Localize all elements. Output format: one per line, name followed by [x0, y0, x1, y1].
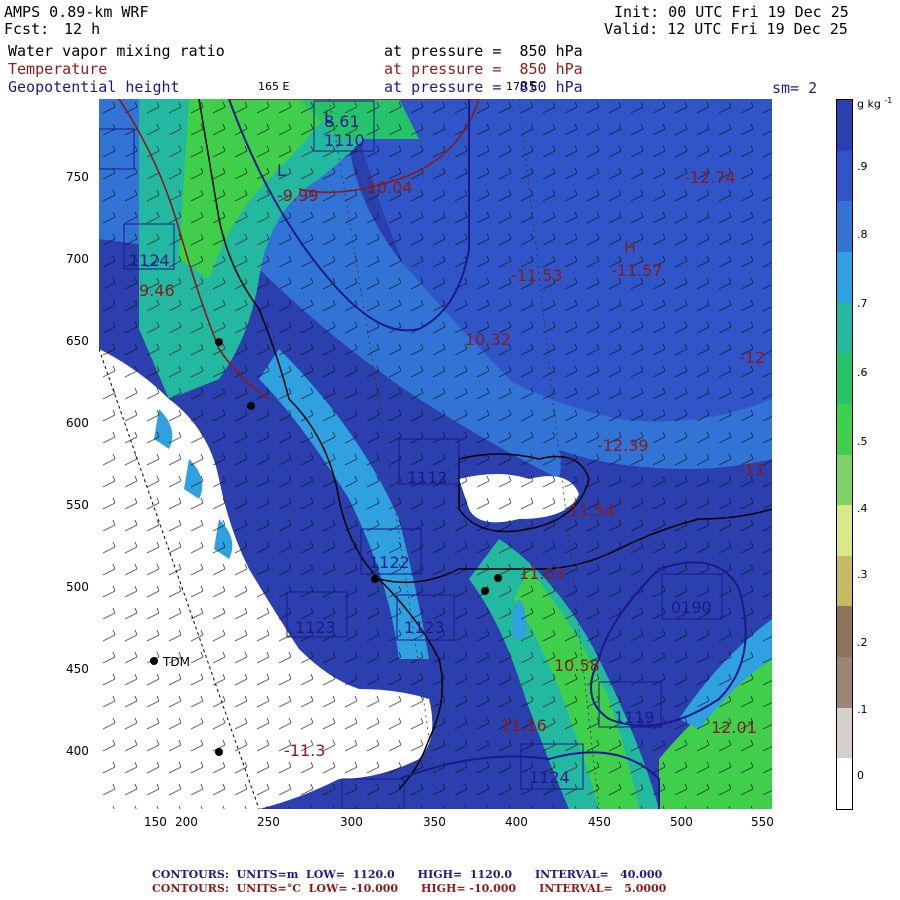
colorbar-segment	[837, 353, 852, 405]
x-tick: 450	[588, 815, 611, 829]
map-label: -12	[739, 348, 766, 367]
y-tick: 700	[66, 252, 89, 266]
colorbar-label: 0	[857, 769, 864, 782]
map-label: 1122	[369, 553, 410, 572]
map-label: 1123	[404, 618, 445, 637]
colorbar-segment	[837, 758, 852, 810]
map-label: -12.39	[597, 436, 649, 455]
station-dot	[247, 402, 255, 410]
colorbar-segment	[837, 100, 852, 152]
map-label: 0190	[671, 598, 712, 617]
colorbar-segment	[837, 505, 852, 557]
colorbar-label: .5	[857, 435, 868, 448]
level-geopotential: at pressure = 850 hPa	[384, 78, 583, 96]
y-tick: 450	[66, 662, 89, 676]
smoothing-label: sm= 2	[772, 79, 818, 97]
valid-time: Valid: 12 UTC Fri 19 Dec 25	[604, 20, 848, 38]
colorbar-segment	[837, 555, 852, 607]
colorbar-segment	[837, 454, 852, 506]
x-tick: 350	[423, 815, 446, 829]
y-tick: 500	[66, 580, 89, 594]
colorbar-unit: g kg -1	[857, 96, 893, 111]
station-dot	[215, 748, 223, 756]
map-label: L	[277, 161, 286, 180]
colorbar-segment	[837, 403, 852, 455]
longitude-label-165e: 165 E	[258, 80, 290, 93]
colorbar-label: .4	[857, 502, 868, 515]
y-tick: 600	[66, 416, 89, 430]
field-geopotential: Geopotential height	[8, 78, 180, 96]
y-tick: 550	[66, 498, 89, 512]
map-label: 11.54	[569, 501, 615, 520]
colorbar-segment	[837, 707, 852, 759]
y-tick: 750	[66, 170, 89, 184]
colorbar-label: .8	[857, 228, 868, 241]
map-label: 1119	[614, 708, 655, 727]
map-label: -11.57	[611, 261, 663, 280]
colorbar-segment	[837, 150, 852, 202]
colorbar-segment	[837, 302, 852, 354]
map-label: 9.46	[139, 281, 175, 300]
colorbar-segment	[837, 251, 852, 304]
map-plot: L 8.61 1110 L -9.99 -10.04 -12.74 -11.53…	[99, 99, 772, 809]
x-tick: 200	[175, 815, 198, 829]
x-tick: 550	[751, 815, 774, 829]
station-dot	[481, 587, 489, 595]
map-label: 11.03	[519, 564, 565, 583]
colorbar-label: .3	[857, 568, 868, 581]
map-label: 12.01	[711, 718, 757, 737]
map-label: 10.32	[465, 330, 511, 349]
colorbar-label: .1	[857, 703, 868, 716]
map-label: -9.99	[277, 186, 319, 205]
map-label: H	[624, 238, 637, 257]
colorbar-label: .9	[857, 160, 868, 173]
level-temperature: at pressure = 850 hPa	[384, 60, 583, 78]
field-water-vapor: Water vapor mixing ratio	[8, 42, 225, 60]
map-label: -10.04	[361, 178, 413, 197]
colorbar-segment	[837, 657, 852, 709]
station-dot	[215, 338, 223, 346]
map-label: -11	[739, 460, 766, 479]
station-dot-tdm	[150, 657, 158, 665]
y-tick: 400	[66, 744, 89, 758]
x-tick: 500	[670, 815, 693, 829]
colorbar-label: .6	[857, 366, 868, 379]
map-label: -11.53	[511, 266, 563, 285]
level-water-vapor: at pressure = 850 hPa	[384, 42, 583, 60]
map-label: 11.16	[501, 716, 547, 735]
x-tick: 300	[340, 815, 363, 829]
map-label: -11.3	[284, 741, 326, 760]
map-label: 1112	[407, 468, 448, 487]
colorbar-segment	[837, 606, 852, 658]
map-label: 1123	[295, 618, 336, 637]
map-svg	[99, 99, 772, 809]
map-label: 10.58	[554, 656, 600, 675]
x-tick: 400	[505, 815, 528, 829]
colorbar-label: .2	[857, 636, 868, 649]
forecast-value: 12 h	[64, 20, 101, 38]
y-tick: 650	[66, 334, 89, 348]
forecast-label: Fcst:	[4, 20, 50, 38]
footer-contours-temperature: CONTOURS: UNITS=°C LOW= -10.000 HIGH= -1…	[152, 882, 667, 895]
station-dot	[371, 575, 379, 583]
x-tick: 250	[257, 815, 280, 829]
map-label: 1124	[529, 768, 570, 787]
x-tick: 150	[144, 815, 167, 829]
colorbar-label: .7	[857, 297, 868, 310]
station-label-tdm: TDM	[163, 655, 190, 669]
map-label: 8.61	[324, 112, 360, 131]
field-temperature: Temperature	[8, 60, 108, 78]
longitude-label-170e: 170 E	[506, 80, 538, 93]
colorbar	[836, 99, 853, 810]
map-label: 1110	[324, 131, 365, 150]
colorbar-segment	[837, 201, 852, 253]
init-time: Init: 00 UTC Fri 19 Dec 25	[614, 3, 849, 21]
map-label: 1124	[129, 251, 170, 270]
model-title: AMPS 0.89-km WRF	[4, 3, 149, 21]
footer-contours-height: CONTOURS: UNITS=m LOW= 1120.0 HIGH= 1120…	[152, 868, 663, 881]
map-label: -12.74	[684, 168, 736, 187]
station-dot	[494, 574, 502, 582]
